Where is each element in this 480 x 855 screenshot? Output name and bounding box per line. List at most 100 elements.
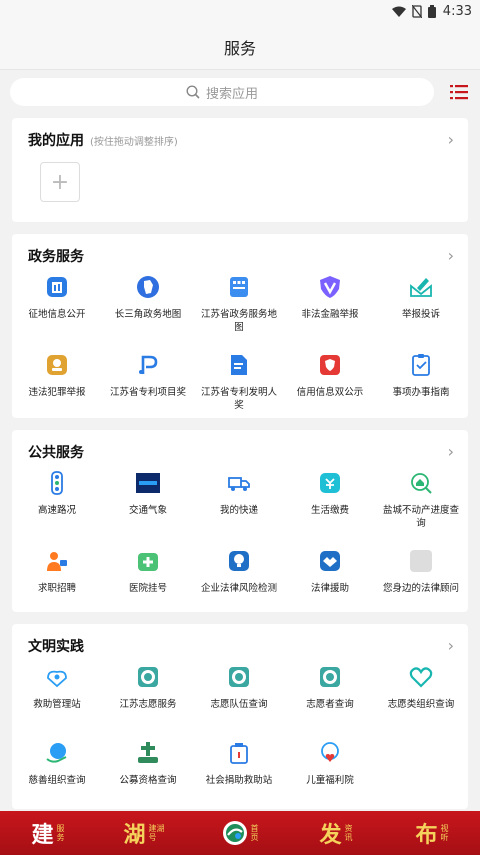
app-label: 企业法律风险检测 <box>200 583 277 594</box>
app-label: 交通气象 <box>128 505 167 516</box>
app-label: 江苏省专利发明人奖 <box>200 387 277 411</box>
app-label: 高速路况 <box>37 505 76 516</box>
app-icon <box>226 470 252 496</box>
app-icon <box>226 274 252 300</box>
app-label: 非法金融举报 <box>301 309 359 320</box>
app-item[interactable]: 高速路况 <box>12 470 102 517</box>
tab-big-char: 布 <box>415 822 438 848</box>
app-item[interactable]: 征地信息公开 <box>12 274 102 321</box>
tab-caption-line: 号 <box>148 833 157 842</box>
app-icon <box>408 352 434 378</box>
search-input[interactable]: 搜索应用 <box>10 78 434 106</box>
app-item[interactable]: 江苏省政务服务地图 <box>194 274 284 334</box>
app-icon <box>317 274 343 300</box>
info-board-icon <box>47 277 67 297</box>
badge-icon <box>47 355 67 375</box>
tab-caption-line: 资 <box>344 824 353 833</box>
document-person-icon <box>231 355 247 375</box>
chevron-right-icon[interactable]: › <box>448 442 454 461</box>
app-icon <box>408 664 434 690</box>
app-icon <box>317 548 343 574</box>
app-item[interactable]: 违法犯罪举报 <box>12 352 102 399</box>
app-item[interactable]: 江苏省专利项目奖 <box>103 352 193 399</box>
chevron-right-icon[interactable]: › <box>448 130 454 149</box>
add-app-button[interactable]: + <box>40 162 80 202</box>
chevron-right-icon[interactable]: › <box>448 636 454 655</box>
app-label: 生活缴费 <box>310 505 349 516</box>
app-label: 事项办事指南 <box>392 387 450 398</box>
app-item[interactable]: 举报投诉 <box>376 274 466 321</box>
tab-item[interactable]: 布视听 <box>384 811 480 855</box>
tab-caption: 建湖号 <box>149 824 165 842</box>
app-item[interactable]: 公募资格查询 <box>103 740 193 787</box>
house-search-icon <box>411 473 432 494</box>
app-item[interactable]: 事项办事指南 <box>376 352 466 399</box>
my-apps-card: 我的应用 (按住拖动调整排序) › + <box>12 118 468 222</box>
app-item[interactable]: 救助管理站 <box>12 664 102 711</box>
app-icon <box>317 664 343 690</box>
app-item[interactable]: 志愿者查询 <box>285 664 375 711</box>
tab-item[interactable]: 发资讯 <box>288 811 384 855</box>
volunteer-emblem-icon <box>229 667 249 687</box>
page-title: 服务 <box>223 38 256 58</box>
app-item[interactable]: 企业法律风险检测 <box>194 548 284 595</box>
app-item[interactable]: 生活缴费 <box>285 470 375 517</box>
job-person-icon <box>47 552 67 571</box>
app-label: 江苏省专利项目奖 <box>109 387 186 398</box>
my-apps-title-text: 我的应用 <box>28 133 84 149</box>
traffic-light-icon <box>51 471 63 495</box>
app-item[interactable]: 医院挂号 <box>103 548 193 595</box>
app-label: 慈善组织查询 <box>28 775 86 786</box>
app-item[interactable]: 江苏志愿服务 <box>103 664 193 711</box>
app-label: 举报投诉 <box>401 309 440 320</box>
app-item[interactable]: 社会捐助救助站 <box>194 740 284 787</box>
tab-item[interactable]: 湖建湖号 <box>96 811 192 855</box>
app-icon <box>135 664 161 690</box>
volunteer-emblem-icon <box>138 667 158 687</box>
app-item[interactable]: 盐城不动产进度查询 <box>376 470 466 530</box>
tab-item[interactable]: 首页 <box>192 811 288 855</box>
globe-hand-icon <box>46 743 67 763</box>
credit-shield-icon <box>320 355 340 375</box>
battery-icon <box>428 5 436 18</box>
app-label: 社会捐助救助站 <box>205 775 273 786</box>
app-icon <box>44 352 70 378</box>
app-item[interactable]: 非法金融举报 <box>285 274 375 321</box>
app-item[interactable]: 志愿类组织查询 <box>376 664 466 711</box>
tab-caption-line: 页 <box>250 833 259 842</box>
app-item[interactable]: 交通气象 <box>103 470 193 517</box>
app-icon <box>226 352 252 378</box>
app-item[interactable]: 志愿队伍查询 <box>194 664 284 711</box>
section-card-gov: 政务服务 › 征地信息公开 长三角政务地图 江苏省政务服务地图 非法金融举报 举报投诉违… <box>12 234 468 418</box>
app-icon <box>135 740 161 766</box>
app-item[interactable]: 江苏省专利发明人奖 <box>194 352 284 412</box>
app-item[interactable]: 长三角政务地图 <box>103 274 193 321</box>
tab-caption-line: 建湖 <box>148 824 165 833</box>
app-item[interactable]: 法律援助 <box>285 548 375 595</box>
app-item[interactable]: 信用信息双公示 <box>285 352 375 399</box>
app-item[interactable]: 您身边的法律顾问 <box>376 548 466 595</box>
app-item[interactable]: 我的快递 <box>194 470 284 517</box>
placeholder-icon <box>410 550 432 572</box>
app-icon <box>317 470 343 496</box>
app-label: 求职招聘 <box>37 583 76 594</box>
app-icon <box>408 548 434 574</box>
section-card-public: 公共服务 › 高速路况 交通气象 我的快递 生活缴费 盐城不动产进度查询 求职招聘 医院挂号… <box>12 430 468 612</box>
section-card-civility: 文明实践 › 救助管理站 江苏志愿服务 志愿队伍查询 志愿者查询 志愿类组织查询 慈善组织… <box>12 624 468 809</box>
delivery-truck-icon <box>228 477 250 491</box>
list-view-icon[interactable] <box>450 84 468 100</box>
tab-caption: 资讯 <box>345 824 353 842</box>
app-icon <box>408 274 434 300</box>
app-item[interactable]: 求职招聘 <box>12 548 102 595</box>
status-bar: 4:33 <box>0 0 480 24</box>
donation-cross-icon <box>138 742 158 763</box>
clipboard-check-icon <box>412 354 430 376</box>
app-icon <box>226 740 252 766</box>
app-label: 志愿类组织查询 <box>387 699 455 710</box>
chevron-right-icon[interactable]: › <box>448 246 454 265</box>
tab-item[interactable]: 建服务 <box>0 811 96 855</box>
app-icon <box>44 470 70 496</box>
tab-big-char: 湖 <box>123 822 146 848</box>
app-item[interactable]: 慈善组织查询 <box>12 740 102 787</box>
app-item[interactable]: 儿童福利院 <box>285 740 375 787</box>
